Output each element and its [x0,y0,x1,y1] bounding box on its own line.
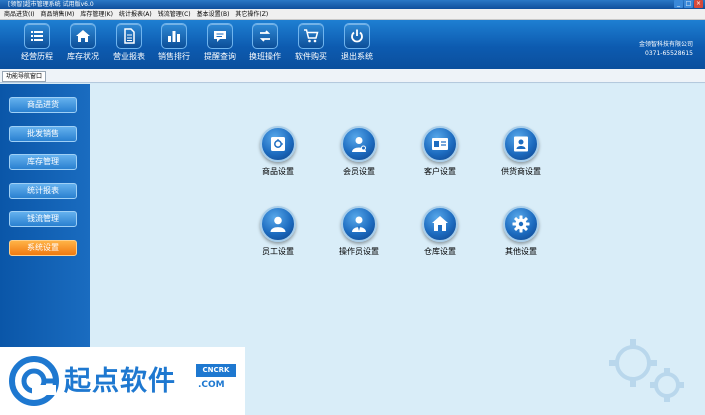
feature-label: 仓库设置 [424,247,456,256]
close-button[interactable]: × [694,0,703,8]
feature-warehouse-settings[interactable]: 仓库设置 [395,206,485,257]
company-info: 金领智科技有限公司 0371-65528615 [639,40,693,58]
feature-product-settings[interactable]: 商品设置 [233,126,323,177]
menu-item-sales[interactable]: 商品销售(M) [40,9,74,20]
safe-icon [260,126,296,162]
power-icon [344,23,370,49]
toolbar-exit-system[interactable]: 退出系统 [334,23,380,67]
minimize-button[interactable]: _ [674,0,683,8]
menu-item-other[interactable]: 其它操作(Z) [235,9,268,20]
toolbar-reminder-query[interactable]: 提醒查询 [197,23,243,67]
toolbar-label: 销售排行 [158,52,190,61]
toolbar-label: 软件购买 [295,52,327,61]
menu-item-settings[interactable]: 基本设置(B) [197,9,230,20]
watermark: 起点软件 CNCRK .COM [0,347,245,415]
sidebar-item-wholesale[interactable]: 批发销售 [9,126,77,142]
feature-label: 操作员设置 [339,247,379,256]
window-controls: _ □ × [674,0,703,8]
watermark-logo-icon [9,356,59,406]
toolbar-label: 营业报表 [113,52,145,61]
sidebar-item-inventory[interactable]: 库存管理 [9,154,77,170]
feature-label: 会员设置 [343,167,375,176]
toolbar-label: 退出系统 [341,52,373,61]
feature-label: 员工设置 [262,247,294,256]
toolbar: 经营历程 库存状况 营业报表 销售排行 提醒查询 换班操作 软件购买 退出系统 … [0,20,705,69]
sidebar-item-reports[interactable]: 统计报表 [9,183,77,199]
menu-item-inventory[interactable]: 库存管理(K) [80,9,113,20]
feature-label: 客户设置 [424,167,456,176]
home-icon [70,23,96,49]
bar-chart-icon [161,23,187,49]
feature-operator-settings[interactable]: 操作员设置 [314,206,404,257]
sidebar-item-system-settings[interactable]: 系统设置 [9,240,77,256]
decorative-gears-icon [609,339,684,402]
switch-icon [252,23,278,49]
message-icon [207,23,233,49]
toolbar-label: 经营历程 [21,52,53,61]
operator-icon [341,206,377,242]
company-phone: 0371-65528615 [645,50,693,57]
watermark-domain: .COM [198,380,225,390]
app-window: [领智]超市管理系统 试用版v6.0 _ □ × 商品进货(I) 商品销售(M)… [0,0,705,415]
feature-member-settings[interactable]: 会员设置 [314,126,404,177]
toolbar-sales-ranking[interactable]: 销售排行 [151,23,197,67]
menu-item-cashflow[interactable]: 钱流管理(C) [158,9,191,20]
toolbar-buy-software[interactable]: 软件购买 [288,23,334,67]
toolbar-business-report[interactable]: 营业报表 [106,23,152,67]
feature-label: 商品设置 [262,167,294,176]
feature-supplier-settings[interactable]: 供货商设置 [476,126,566,177]
toolbar-label: 换班操作 [249,52,281,61]
warehouse-icon [422,206,458,242]
sidebar-item-purchase[interactable]: 商品进货 [9,97,77,113]
sidebar: 商品进货 批发销售 库存管理 统计报表 钱流管理 系统设置 [0,84,90,347]
supplier-icon [503,126,539,162]
user-icon [260,206,296,242]
list-icon [24,23,50,49]
toolbar-label: 库存状况 [67,52,99,61]
feature-customer-settings[interactable]: 客户设置 [395,126,485,177]
feature-employee-settings[interactable]: 员工设置 [233,206,323,257]
menu-item-purchase[interactable]: 商品进货(I) [4,9,34,20]
feature-label: 供货商设置 [501,167,541,176]
menu-item-reports[interactable]: 统计报表(A) [119,9,152,20]
id-card-icon [422,126,458,162]
feature-label: 其他设置 [505,247,537,256]
menu-bar: 商品进货(I) 商品销售(M) 库存管理(K) 统计报表(A) 钱流管理(C) … [0,9,705,20]
document-icon [116,23,142,49]
toolbar-label: 提醒查询 [204,52,236,61]
toolbar-shift-change[interactable]: 换班操作 [242,23,288,67]
sidebar-item-cashflow[interactable]: 钱流管理 [9,211,77,227]
gear-icon [503,206,539,242]
cart-icon [298,23,324,49]
toolbar-business-history[interactable]: 经营历程 [14,23,60,67]
nav-window-tab[interactable]: 功能导航窗口 [2,71,47,82]
watermark-text: 起点软件 [64,366,176,397]
toolbar-inventory-status[interactable]: 库存状况 [60,23,106,67]
member-icon [341,126,377,162]
maximize-button[interactable]: □ [684,0,693,8]
company-name: 金领智科技有限公司 [638,41,693,48]
nav-strip: 功能导航窗口 [0,69,705,83]
feature-other-settings[interactable]: 其他设置 [476,206,566,257]
watermark-badge: CNCRK [196,364,236,377]
